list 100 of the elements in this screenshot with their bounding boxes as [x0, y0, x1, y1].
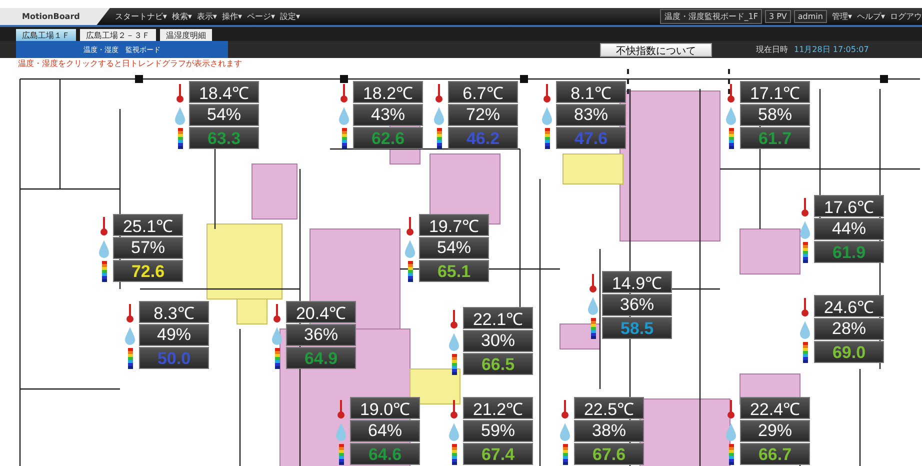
color-scale-icon	[802, 242, 808, 263]
water-drop-icon	[799, 320, 811, 340]
temperature-reading[interactable]: 21.2℃	[463, 397, 533, 419]
humidity-reading[interactable]: 38%	[574, 420, 644, 442]
app-logo[interactable]: MotionBoard	[0, 8, 110, 25]
thermometer-icon	[337, 398, 345, 418]
color-scale-icon	[178, 128, 182, 149]
user-button[interactable]: admin	[794, 10, 827, 23]
water-drop-icon	[559, 422, 571, 442]
humidity-reading[interactable]: 64%	[350, 420, 420, 442]
color-scale-icon	[274, 348, 280, 369]
humidity-reading[interactable]: 72%	[448, 104, 518, 126]
discomfort-index: 64.9	[304, 349, 338, 367]
thermometer-icon	[406, 216, 414, 236]
water-drop-icon	[448, 422, 460, 442]
temperature-reading[interactable]: 19.7℃	[419, 214, 489, 236]
shaded-room	[562, 154, 624, 184]
humidity-reading[interactable]: 36%	[286, 324, 356, 346]
water-drop-icon	[541, 106, 553, 126]
temperature-reading[interactable]: 18.4℃	[189, 81, 259, 103]
humidity-reading[interactable]: 43%	[353, 104, 423, 126]
water-drop-icon	[404, 238, 416, 258]
temperature-reading[interactable]: 6.7℃	[448, 81, 518, 103]
menu-item[interactable]: スタートナビ▾	[114, 11, 167, 22]
humidity-reading[interactable]: 54%	[189, 104, 259, 126]
board-name-button[interactable]: 温度・湿度監視ボード_1F	[660, 9, 762, 24]
thermometer-icon	[727, 398, 735, 418]
humidity-reading[interactable]: 58%	[740, 104, 810, 126]
menu-item[interactable]: 設定▾	[280, 11, 300, 22]
temperature-reading[interactable]: 8.3℃	[139, 301, 209, 323]
temperature-reading[interactable]: 14.9℃	[602, 271, 672, 293]
thermometer-icon	[561, 398, 569, 418]
page-tab[interactable]: 広島工場１Ｆ	[16, 29, 76, 41]
menu-item[interactable]: ヘルプ▾	[856, 11, 885, 22]
color-scale-icon	[436, 128, 442, 149]
discomfort-index: 50.0	[157, 349, 191, 367]
humidity-reading[interactable]: 49%	[139, 324, 209, 346]
thermometer-icon	[100, 216, 108, 236]
discomfort-index: 61.7	[758, 129, 792, 147]
page-tab[interactable]: 広島工場２－３Ｆ	[80, 29, 156, 41]
humidity-reading[interactable]: 36%	[602, 294, 672, 316]
menu-item[interactable]: 検索▾	[172, 11, 192, 22]
thermometer-icon	[273, 302, 281, 322]
discomfort-index: 67.4	[481, 445, 515, 463]
water-drop-icon	[433, 106, 445, 126]
humidity-reading[interactable]: 30%	[463, 330, 533, 352]
thermometer-icon	[340, 82, 348, 102]
temperature-reading[interactable]: 22.1℃	[463, 307, 533, 329]
temperature-reading[interactable]: 22.4℃	[740, 397, 810, 419]
discomfort-index: 66.5	[481, 355, 515, 373]
temperature-reading[interactable]: 8.1℃	[556, 81, 626, 103]
temperature-reading[interactable]: 24.6℃	[814, 295, 884, 317]
water-drop-icon	[587, 296, 599, 316]
color-scale-icon	[102, 261, 106, 282]
temperature-reading[interactable]: 18.2℃	[353, 81, 423, 103]
color-scale-icon	[452, 354, 456, 375]
color-scale-icon	[544, 128, 550, 149]
water-drop-icon	[338, 106, 350, 126]
color-scale-icon	[590, 318, 596, 339]
shaded-room	[410, 368, 460, 404]
color-scale-icon	[802, 342, 808, 363]
humidity-reading[interactable]: 57%	[113, 237, 183, 259]
menu-item[interactable]: 操作▾	[222, 11, 242, 22]
menu-item[interactable]: 管理▾	[832, 11, 852, 22]
temperature-reading[interactable]: 17.6℃	[814, 195, 884, 217]
water-drop-icon	[799, 220, 811, 240]
color-scale-icon	[338, 444, 344, 465]
info-button[interactable]: 不快指数について	[600, 42, 712, 56]
humidity-reading[interactable]: 54%	[419, 237, 489, 259]
discomfort-index: 58.5	[620, 319, 654, 337]
humidity-reading[interactable]: 29%	[740, 420, 810, 442]
datetime-label: 現在日時	[756, 44, 788, 55]
water-drop-icon	[448, 332, 460, 352]
temperature-reading[interactable]: 20.4℃	[286, 301, 356, 323]
page-tab[interactable]: 温湿度明細	[160, 29, 212, 41]
thermometer-icon	[589, 272, 597, 292]
discomfort-index: 46.2	[466, 129, 500, 147]
discomfort-index: 64.6	[368, 445, 402, 463]
temperature-reading[interactable]: 17.1℃	[740, 81, 810, 103]
water-drop-icon	[271, 326, 283, 346]
temperature-reading[interactable]: 19.0℃	[350, 397, 420, 419]
thermometer-icon	[727, 82, 735, 102]
thermometer-icon	[450, 398, 458, 418]
occupied-room	[740, 228, 800, 274]
water-drop-icon	[98, 238, 110, 258]
discomfort-index: 72.6	[131, 262, 165, 280]
page-view-count: 3 PV	[764, 10, 791, 23]
thermometer-icon	[801, 296, 809, 316]
menu-item[interactable]: ページ▾	[246, 11, 275, 22]
color-scale-icon	[128, 348, 132, 369]
color-scale-icon	[728, 128, 734, 149]
temperature-reading[interactable]: 22.5℃	[574, 397, 644, 419]
humidity-reading[interactable]: 28%	[814, 318, 884, 340]
menu-item[interactable]: ログアウ	[890, 11, 922, 22]
humidity-reading[interactable]: 44%	[814, 218, 884, 240]
thermometer-icon	[450, 308, 458, 328]
humidity-reading[interactable]: 59%	[463, 420, 533, 442]
temperature-reading[interactable]: 25.1℃	[113, 214, 183, 236]
humidity-reading[interactable]: 83%	[556, 104, 626, 126]
menu-item[interactable]: 表示▾	[196, 11, 217, 22]
